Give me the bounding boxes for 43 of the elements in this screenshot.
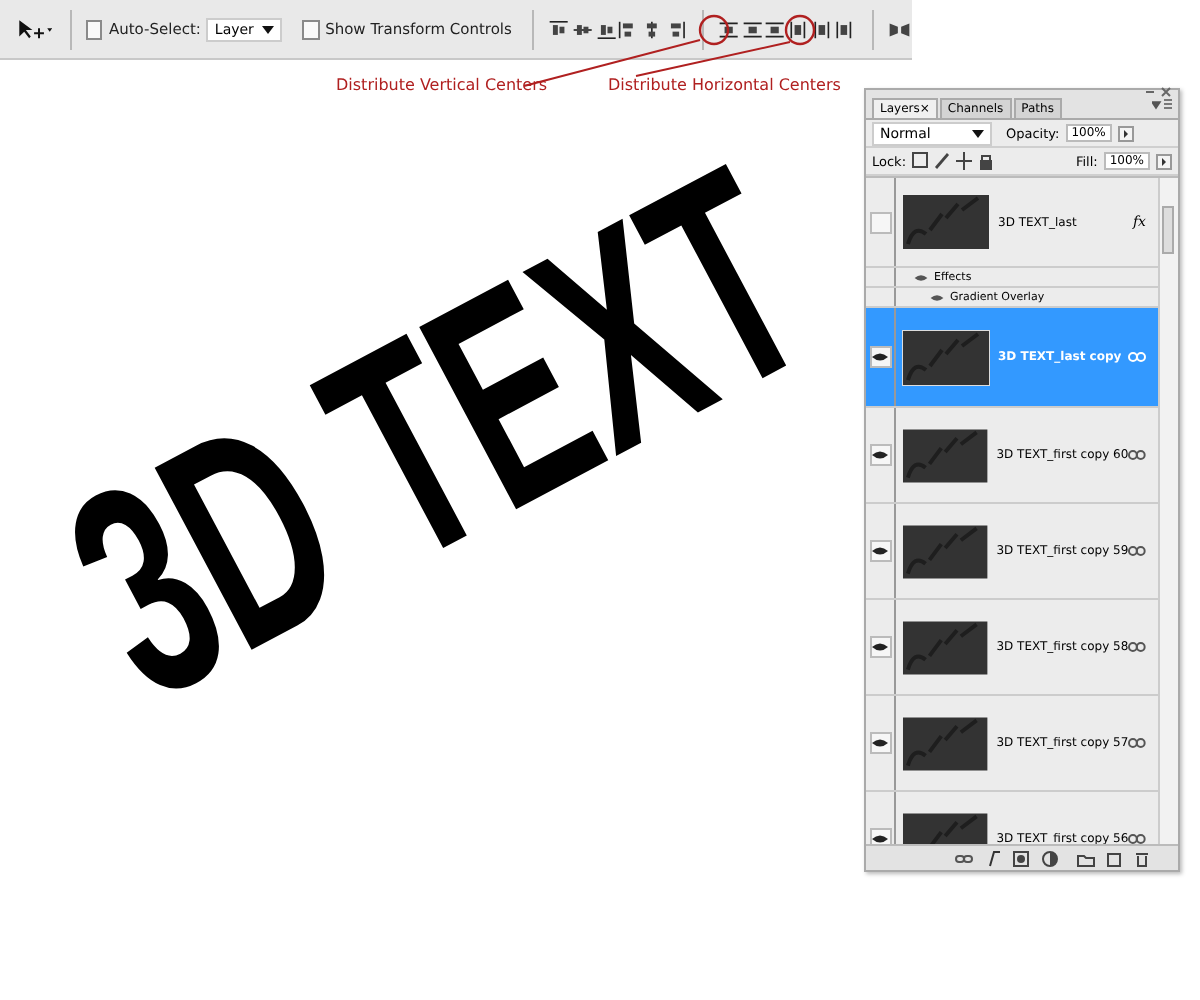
slider-arrow-icon[interactable] (1117, 125, 1134, 141)
eye-icon (872, 642, 888, 652)
distribute-icon[interactable] (834, 17, 857, 41)
visibility-toggle[interactable] (869, 444, 891, 466)
eye-icon (872, 738, 888, 748)
panel-footer-icons[interactable] (954, 849, 1154, 867)
checkbox[interactable] (85, 19, 103, 39)
eye-icon (872, 450, 888, 460)
visibility-toggle[interactable] (869, 540, 891, 562)
scrollbar[interactable] (1158, 178, 1178, 844)
distribute-icon[interactable] (741, 17, 763, 41)
lock-icons[interactable] (912, 152, 997, 170)
visibility-toggle[interactable] (869, 211, 891, 233)
annotation-label: Distribute Horizontal Centers (608, 76, 841, 94)
layer-thumbnail (902, 427, 989, 483)
distribute-icon[interactable] (788, 17, 810, 41)
distribute-icon[interactable] (718, 17, 740, 41)
eye-icon (872, 834, 888, 844)
eye-icon (872, 352, 888, 362)
visibility-toggle[interactable] (869, 828, 891, 844)
eye-icon (872, 546, 888, 556)
layer-thumbnail (902, 619, 989, 675)
panel-menu-icon[interactable] (1152, 98, 1172, 114)
distribute-icon[interactable] (811, 17, 833, 41)
visibility-toggle[interactable] (869, 732, 891, 754)
checkbox[interactable] (302, 19, 320, 39)
layer-thumbnail (902, 715, 989, 771)
visibility-toggle[interactable] (869, 346, 891, 368)
align-icon[interactable] (665, 17, 687, 41)
layer-thumbnail (902, 523, 989, 579)
move-tool-icon[interactable] (16, 15, 53, 43)
align-icon[interactable] (548, 17, 570, 41)
caret-icon (972, 129, 984, 137)
canvas-text: 3D TEXT (30, 120, 847, 745)
panel-controls-icon[interactable] (1144, 86, 1172, 98)
caret-icon (262, 25, 274, 33)
highlight-circle (698, 14, 730, 46)
layer-thumbnail (902, 194, 990, 250)
visibility-toggle[interactable] (869, 636, 891, 658)
highlight-circle (784, 14, 816, 46)
distribute-icon[interactable] (764, 17, 787, 41)
slider-arrow-icon[interactable] (1156, 153, 1172, 169)
layer-thumbnail (902, 329, 990, 385)
